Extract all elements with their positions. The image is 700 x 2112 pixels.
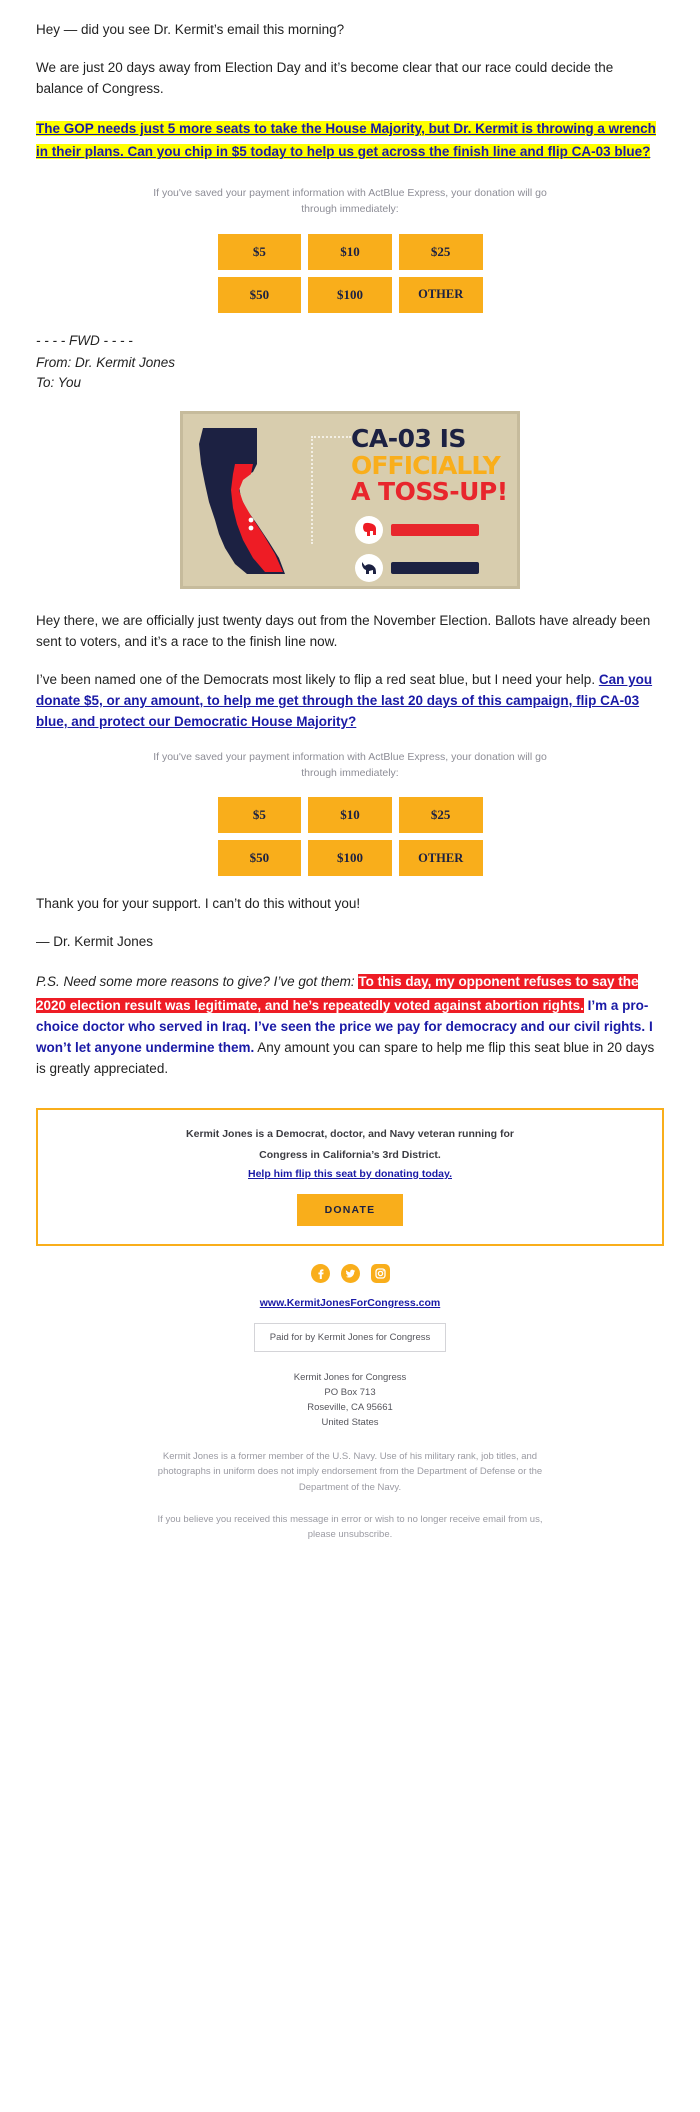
donation-row-1-bottom: $5 $10 $25 [217,797,483,834]
donate-cta-button[interactable]: DONATE [296,1193,404,1226]
republican-elephant-icon [355,516,383,545]
intro-paragraph-2: We are just 20 days away from Election D… [36,59,614,96]
fwd-paragraph-1: Hey there, we are officially just twenty… [36,613,651,650]
actblue-express-note-bottom: If you've saved your payment information… [153,750,547,779]
fwd-paragraph-2: I’ve been named one of the Democrats mos… [36,670,664,733]
unsubscribe-notice: If you believe you received this message… [157,1513,543,1541]
donation-row-2-bottom: $50 $100 OTHER [217,840,483,877]
graphic-line-1: CA-03 IS [351,424,466,454]
forwarded-body: Hey there, we are officially just twenty… [0,611,700,733]
bio-line-2: Congress in California’s 3rd District. [259,1149,441,1162]
candidate-bio-box: Kermit Jones is a Democrat, doctor, and … [36,1108,664,1246]
ca-03-toss-up-graphic[interactable]: CA-03 IS OFFICIALLY A TOSS-UP! [180,411,520,590]
graphic-dotted-connector [311,436,351,545]
donate-amount-100-bottom[interactable]: $100 [308,840,392,877]
donation-row-1: $5 $10 $25 [217,233,483,270]
email-body: Hey — did you see Dr. Kermit’s email thi… [0,0,700,1543]
republican-result-row [355,516,479,545]
democrat-result-row [355,554,479,583]
intro-section: Hey — did you see Dr. Kermit’s email thi… [0,0,700,164]
bio-line-1: Kermit Jones is a Democrat, doctor, and … [186,1128,514,1141]
donate-amount-10-bottom[interactable]: $10 [308,797,392,834]
donation-grid-top: $5 $10 $25 $50 $100 OTHER [217,233,483,313]
facebook-icon[interactable] [310,1263,330,1283]
primary-donate-link[interactable]: The GOP needs just 5 more seats to take … [36,120,656,160]
paid-for-disclosure: Paid for by Kermit Jones for Congress [254,1322,446,1352]
primary-highlight-link-block: The GOP needs just 5 more seats to take … [36,117,664,164]
instagram-icon[interactable] [370,1263,390,1283]
donate-amount-25-bottom[interactable]: $25 [398,797,483,834]
donate-amount-50-bottom[interactable]: $50 [217,840,302,877]
ps-paragraph: P.S. Need some more reasons to give? I’v… [36,970,664,1080]
donation-grid-bottom: $5 $10 $25 $50 $100 OTHER [217,797,483,877]
website-link[interactable]: www.KermitJonesForCongress.com [0,1297,700,1309]
address-line-1: Kermit Jones for Congress [293,1371,407,1383]
democrat-bar [391,562,479,575]
twitter-icon[interactable] [340,1263,360,1283]
address-line-4: United States [321,1417,379,1429]
address-line-2: PO Box 713 [324,1387,376,1399]
fwd-paragraph-2-lead: I’ve been named one of the Democrats mos… [36,672,599,688]
democrat-donkey-icon [355,554,383,583]
military-disclaimer: Kermit Jones is a former member of the U… [157,1450,543,1493]
ps-lead: P.S. Need some more reasons to give? I’v… [36,974,359,990]
donate-amount-other[interactable]: OTHER [398,276,483,313]
donate-amount-5-bottom[interactable]: $5 [217,797,302,834]
donate-amount-50[interactable]: $50 [217,276,302,313]
closing-section: Thank you for your support. I can’t do t… [0,894,700,1080]
forward-header: - - - - FWD - - - - From: Dr. Kermit Jon… [0,331,700,394]
actblue-express-note-top: If you've saved your payment information… [153,187,547,215]
republican-bar [391,524,479,537]
thank-you-paragraph: Thank you for your support. I can’t do t… [36,896,361,912]
mailing-address: Kermit Jones for Congress PO Box 713 Ros… [0,1370,700,1431]
fwd-to: To: You [36,375,82,391]
graphic-line-3: A TOSS-UP! [351,476,508,506]
fwd-divider: - - - - FWD - - - - [36,332,133,348]
graphic-line-2: OFFICIALLY [351,450,501,480]
social-links-row [0,1263,700,1283]
california-map-icon [199,428,285,575]
signature-line: — Dr. Kermit Jones [36,934,154,950]
toss-up-graphic-wrapper: CA-03 IS OFFICIALLY A TOSS-UP! [180,411,520,590]
donation-row-2: $50 $100 OTHER [217,276,483,313]
donate-amount-25[interactable]: $25 [398,233,483,270]
address-line-3: Roseville, CA 95661 [307,1402,393,1414]
donate-amount-10[interactable]: $10 [308,233,392,270]
bio-donate-link[interactable]: Help him flip this seat by donating toda… [60,1168,640,1180]
donate-amount-other-bottom[interactable]: OTHER [398,840,483,877]
fwd-from: From: Dr. Kermit Jones [36,354,176,370]
donate-amount-5[interactable]: $5 [217,233,302,270]
graphic-headline: CA-03 IS OFFICIALLY A TOSS-UP! [351,426,517,505]
intro-paragraph-1: Hey — did you see Dr. Kermit’s email thi… [36,22,345,37]
donate-amount-100[interactable]: $100 [308,276,392,313]
